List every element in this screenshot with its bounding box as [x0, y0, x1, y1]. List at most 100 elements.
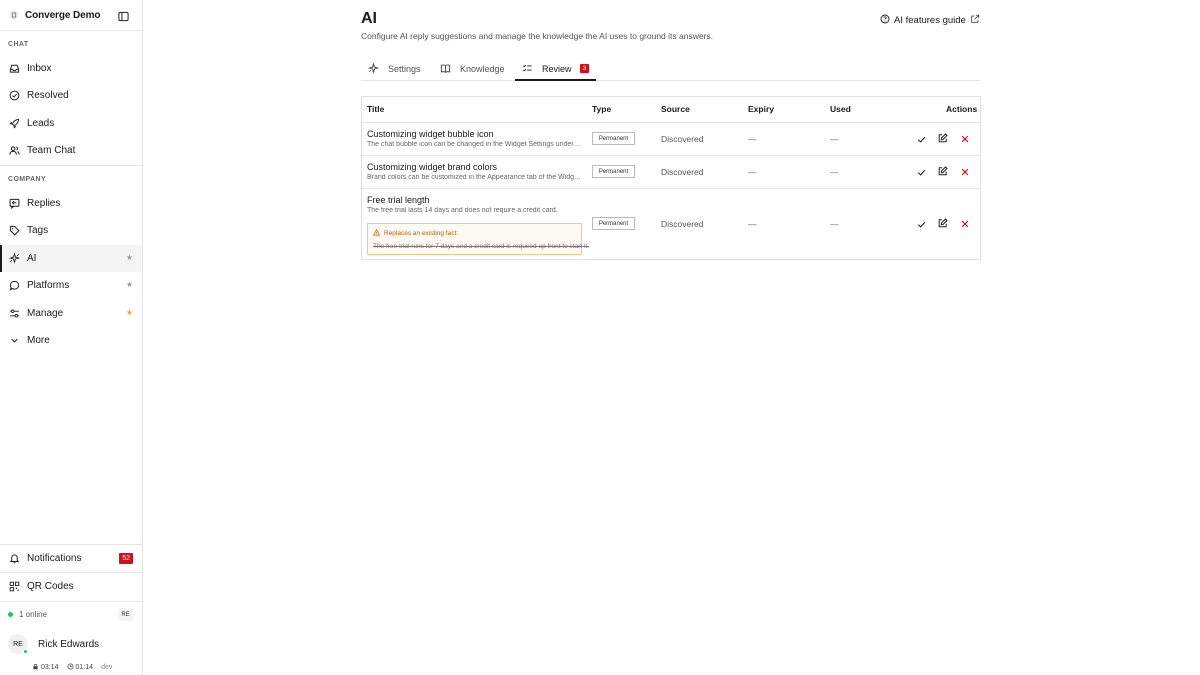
sidebar-item-label: Inbox	[27, 63, 52, 74]
row-expiry: —	[748, 167, 757, 177]
type-badge: Permanent	[592, 165, 635, 178]
reject-close-icon[interactable]	[960, 134, 970, 144]
user-name: Rick Edwards	[38, 638, 100, 650]
tag-icon	[8, 225, 20, 237]
current-user[interactable]: RE Rick Edwards	[0, 630, 142, 658]
online-user-avatar[interactable]: RE	[118, 608, 133, 621]
column-header-source[interactable]: Source	[661, 104, 690, 114]
column-header-used[interactable]: Used	[830, 104, 851, 114]
row-source: Discovered	[661, 134, 704, 144]
tab-bar: Settings Knowledge Review 3	[361, 57, 981, 81]
workspace-switcher[interactable]: Converge Demo	[0, 0, 142, 30]
warning-triangle-icon	[372, 228, 381, 238]
tab-label: Knowledge	[460, 63, 505, 74]
sidebar-item-more[interactable]: More	[0, 327, 142, 354]
row-description: The chat bubble icon can be changed in t…	[367, 141, 582, 148]
section-label-chat: CHAT	[8, 41, 29, 48]
row-divider	[362, 155, 980, 156]
sidebar-item-platforms[interactable]: Platforms ★	[0, 272, 142, 299]
sidebar-item-label: Tags	[27, 225, 49, 236]
reject-close-icon[interactable]	[960, 167, 970, 177]
type-badge: Permanent	[592, 217, 635, 230]
sidebar-item-manage[interactable]: Manage ★	[0, 300, 142, 327]
external-link-icon	[970, 14, 980, 27]
tab-label: Review	[542, 63, 572, 74]
sparkles-icon	[8, 253, 20, 265]
edit-icon[interactable]	[938, 218, 948, 228]
tab-label: Settings	[388, 63, 421, 74]
column-header-title[interactable]: Title	[367, 104, 384, 114]
row-title: Customizing widget brand colors	[367, 162, 498, 172]
inbox-icon	[8, 63, 20, 75]
star-icon: ★	[125, 280, 133, 289]
sidebar-item-team-chat[interactable]: Team Chat	[0, 137, 142, 164]
column-header-expiry[interactable]: Expiry	[748, 104, 774, 114]
guide-link-label: AI features guide	[894, 15, 966, 26]
warning-label: Replaces an existing fact:	[384, 230, 459, 237]
page-title: AI	[361, 10, 377, 27]
sidebar-item-label: Leads	[27, 118, 55, 129]
sidebar-item-label: More	[27, 335, 50, 346]
sidebar-divider	[0, 601, 142, 602]
online-status: 1 online RE	[0, 603, 142, 626]
check-circle-icon	[8, 90, 20, 102]
sidebar-item-label: AI	[27, 253, 37, 264]
replaces-fact-warning: Replaces an existing fact: The free tria…	[367, 223, 589, 255]
sidebar-item-label: Manage	[27, 308, 64, 319]
sidebar-item-qr-codes[interactable]: QR Codes	[0, 573, 142, 600]
sidebar-item-ai[interactable]: AI ★	[0, 245, 142, 272]
sidebar-toggle-icon[interactable]	[118, 9, 130, 22]
help-circle-icon	[880, 14, 890, 27]
sidebar-divider	[0, 30, 142, 31]
users-icon	[8, 145, 20, 157]
row-divider	[362, 188, 980, 189]
notification-count-badge: 52	[119, 553, 133, 564]
sparkles-icon	[368, 63, 379, 74]
sidebar: Converge Demo CHAT Inbox Resolved Leads …	[0, 0, 143, 675]
tab-knowledge[interactable]: Knowledge	[440, 57, 505, 80]
tab-review[interactable]: Review 3	[515, 57, 597, 81]
sidebar-item-leads[interactable]: Leads	[0, 110, 142, 137]
sidebar-item-label: Notifications	[27, 553, 82, 564]
star-icon: ★	[125, 253, 133, 262]
row-expiry: —	[748, 134, 757, 144]
online-count: 1 online	[19, 610, 48, 619]
star-icon: ★	[125, 308, 133, 317]
edit-icon[interactable]	[938, 133, 948, 143]
reject-close-icon[interactable]	[960, 219, 970, 229]
approve-check-icon[interactable]	[916, 167, 926, 177]
edit-icon[interactable]	[938, 166, 948, 176]
row-source: Discovered	[661, 167, 704, 177]
status-dot-icon	[23, 649, 28, 654]
sidebar-item-label: QR Codes	[27, 581, 74, 592]
book-icon	[440, 63, 451, 74]
environment-label: dev	[101, 664, 113, 671]
column-header-actions: Actions	[946, 104, 978, 114]
sidebar-item-notifications[interactable]: Notifications 52	[0, 545, 142, 572]
chat-bubble-icon	[8, 280, 20, 292]
building-icon	[8, 10, 19, 21]
tab-settings[interactable]: Settings	[368, 57, 421, 80]
sidebar-item-tags[interactable]: Tags	[0, 217, 142, 244]
approve-check-icon[interactable]	[916, 219, 926, 229]
sidebar-item-label: Replies	[27, 198, 61, 209]
ai-features-guide-link[interactable]: AI features guide	[880, 14, 980, 27]
bell-icon	[8, 553, 20, 565]
type-badge: Permanent	[592, 132, 635, 145]
approve-check-icon[interactable]	[916, 134, 926, 144]
timer-icon	[67, 663, 74, 672]
section-label-company: COMPANY	[8, 176, 47, 183]
footer-meta: 03:14 01:14 dev	[32, 663, 112, 672]
reply-icon	[8, 198, 20, 210]
page-description: Configure AI reply suggestions and manag…	[361, 31, 714, 41]
row-description: Brand colors can be customized in the Ap…	[367, 174, 582, 181]
sidebar-item-inbox[interactable]: Inbox	[0, 55, 142, 82]
list-check-icon	[522, 63, 533, 74]
sidebar-item-resolved[interactable]: Resolved	[0, 82, 142, 109]
column-header-type[interactable]: Type	[592, 104, 611, 114]
sidebar-divider	[0, 165, 142, 166]
sidebar-item-label: Platforms	[27, 280, 70, 291]
row-title: Free trial length	[367, 195, 430, 205]
sidebar-item-replies[interactable]: Replies	[0, 190, 142, 217]
review-table: Title Type Source Expiry Used Actions Cu…	[361, 96, 981, 260]
